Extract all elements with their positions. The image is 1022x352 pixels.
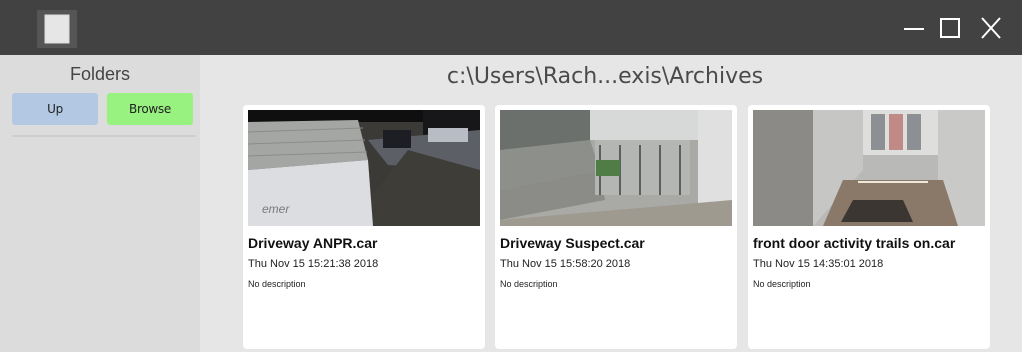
- sidebar-title: Folders: [69, 64, 131, 84]
- sidebar-divider: [12, 135, 196, 137]
- archive-browser: c:\Users\Rach...exis\Archives emer Drive…: [200, 55, 1022, 352]
- file-name: front door activity trails on.car: [753, 235, 956, 251]
- file-date: Thu Nov 15 15:21:38 2018: [248, 258, 379, 270]
- maximize-icon[interactable]: [933, 12, 967, 44]
- file-description: No description: [753, 279, 811, 289]
- title-bar: [0, 0, 1022, 55]
- file-description: No description: [500, 279, 558, 289]
- file-date: Thu Nov 15 14:35:01 2018: [753, 258, 884, 270]
- file-description: No description: [248, 279, 306, 289]
- file-card[interactable]: emer Driveway ANPR.car Thu Nov 15 15:21:…: [243, 105, 485, 349]
- folder-icon[interactable]: [37, 10, 77, 48]
- driveway-night-camera-image: emer: [248, 110, 480, 226]
- file-date: Thu Nov 15 15:58:20 2018: [500, 258, 631, 270]
- front-door-camera-image: [753, 110, 985, 226]
- folders-sidebar: Folders Up Browse: [0, 55, 200, 352]
- file-name: Driveway ANPR.car: [248, 235, 378, 251]
- svg-text:emer: emer: [262, 202, 290, 216]
- up-button[interactable]: Up: [12, 93, 98, 125]
- folder-path: c:\Users\Rach...exis\Archives: [446, 64, 764, 89]
- file-name: Driveway Suspect.car: [500, 235, 645, 251]
- file-card[interactable]: Driveway Suspect.car Thu Nov 15 15:58:20…: [495, 105, 737, 349]
- file-card[interactable]: front door activity trails on.car Thu No…: [748, 105, 990, 349]
- minimize-icon[interactable]: [897, 12, 931, 44]
- browse-button[interactable]: Browse: [107, 93, 193, 125]
- driveway-gate-camera-image: [500, 110, 732, 226]
- close-icon[interactable]: [974, 12, 1008, 44]
